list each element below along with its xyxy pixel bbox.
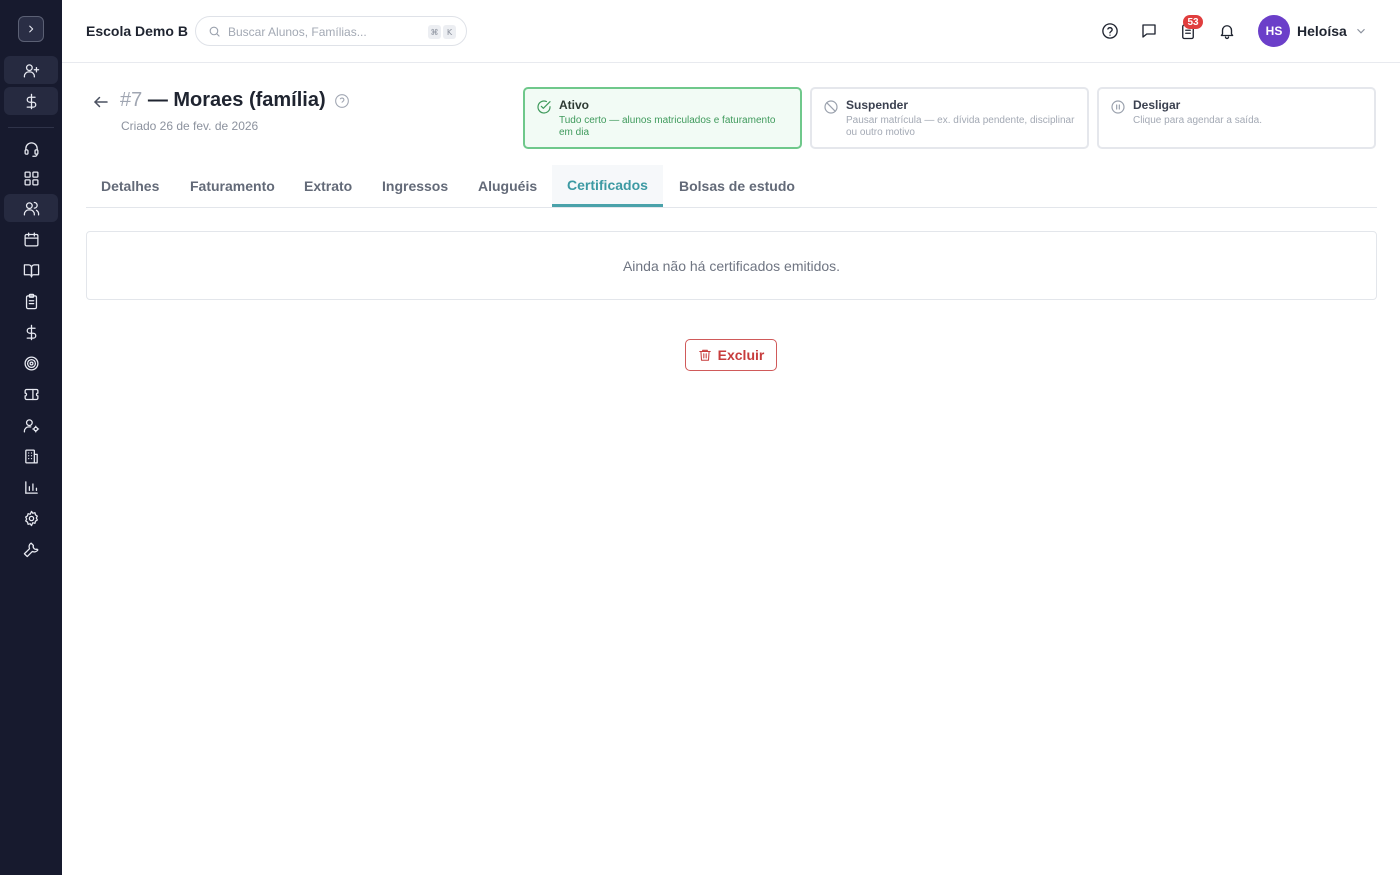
help-icon xyxy=(335,94,349,108)
gear-icon xyxy=(24,510,38,526)
chevron-down-icon xyxy=(1357,28,1365,34)
avatar[interactable]: HS xyxy=(1258,15,1290,47)
help-button[interactable] xyxy=(1099,20,1121,42)
tab-extrato[interactable]: Extrato xyxy=(289,165,367,207)
chevron-right-icon xyxy=(29,25,34,33)
calendar-icon xyxy=(23,231,39,247)
building-icon xyxy=(24,448,38,464)
status-disconnect-desc: Clique para agendar a saída. xyxy=(1133,115,1262,126)
search-box[interactable]: ⌘ K xyxy=(195,16,467,46)
sidebar-item-buildings[interactable] xyxy=(4,442,58,470)
certificates-empty-state: Ainda não há certificados emitidos. xyxy=(86,231,1377,300)
search-input[interactable] xyxy=(228,23,418,40)
family-number: #7 xyxy=(120,89,143,111)
status-active-card[interactable]: Ativo Tudo certo — alunos matriculados e… xyxy=(523,87,802,149)
shortcut-key-k: K xyxy=(443,25,456,39)
empty-message: Ainda não há certificados emitidos. xyxy=(622,257,841,274)
bar-chart-icon xyxy=(24,480,38,494)
book-icon xyxy=(23,263,39,278)
clipboard-icon xyxy=(25,293,37,309)
tab-alugueis[interactable]: Aluguéis xyxy=(463,165,552,207)
status-suspend-desc: Pausar matrícula — ex. dívida pendente, … xyxy=(846,115,1075,138)
check-circle-icon xyxy=(536,99,552,115)
page-title: #7 — Moraes (família) xyxy=(120,89,326,112)
school-name: Escola Demo B xyxy=(86,23,188,39)
trash-icon xyxy=(698,349,711,361)
users-icon xyxy=(23,201,39,216)
user-plus-icon xyxy=(23,63,39,78)
sidebar-item-support[interactable] xyxy=(4,134,58,162)
sidebar-item-courses[interactable] xyxy=(4,256,58,284)
dollar-icon xyxy=(26,324,36,340)
sidebar xyxy=(0,0,62,875)
user-name[interactable]: Heloísa xyxy=(1297,23,1347,39)
dollar-icon xyxy=(26,93,36,109)
messages-button[interactable] xyxy=(1138,20,1160,42)
sidebar-item-staff[interactable] xyxy=(4,411,58,439)
delete-button[interactable]: Excluir xyxy=(685,339,777,371)
pause-circle-icon xyxy=(1110,99,1126,115)
dashboard-icon xyxy=(23,170,39,186)
sidebar-item-families[interactable] xyxy=(4,194,58,222)
sidebar-item-reports[interactable] xyxy=(4,473,58,501)
sidebar-item-settings[interactable] xyxy=(4,504,58,532)
sidebar-item-attendance[interactable] xyxy=(4,287,58,315)
sidebar-item-calendar[interactable] xyxy=(4,225,58,253)
target-icon xyxy=(23,355,39,371)
tab-bar: Detalhes Faturamento Extrato Ingressos A… xyxy=(86,165,1377,208)
search-icon xyxy=(209,26,220,37)
tab-ingressos[interactable]: Ingressos xyxy=(367,165,463,207)
shortcut-key-cmd: ⌘ xyxy=(428,25,441,39)
sidebar-item-goals[interactable] xyxy=(4,349,58,377)
sidebar-expand-button[interactable] xyxy=(18,16,44,42)
wrench-icon xyxy=(23,541,39,557)
sidebar-divider xyxy=(8,127,54,128)
delete-label: Excluir xyxy=(717,347,765,363)
help-icon xyxy=(1102,23,1118,39)
status-disconnect-card[interactable]: Desligar Clique para agendar a saída. xyxy=(1097,87,1376,149)
title-help-button[interactable] xyxy=(334,93,350,109)
status-disconnect-title: Desligar xyxy=(1133,98,1181,112)
sidebar-item-payments[interactable] xyxy=(4,87,58,115)
app-root: Escola Demo B ⌘ K 53 HS Heloísa #7 — Mor… xyxy=(0,0,1400,875)
user-menu-toggle[interactable] xyxy=(1354,24,1368,38)
status-active-title: Ativo xyxy=(559,98,589,112)
status-active-desc: Tudo certo — alunos matriculados e fatur… xyxy=(559,115,776,138)
sidebar-item-finance[interactable] xyxy=(4,318,58,346)
sidebar-item-tickets[interactable] xyxy=(4,380,58,408)
bell-icon xyxy=(1220,25,1234,40)
notifications-button[interactable] xyxy=(1216,20,1238,42)
tab-faturamento[interactable]: Faturamento xyxy=(175,165,290,207)
sidebar-item-add-student[interactable] xyxy=(4,56,58,84)
headset-icon xyxy=(23,141,39,157)
notification-badge: 53 xyxy=(1183,15,1203,29)
sidebar-item-dashboard[interactable] xyxy=(4,164,58,192)
family-name: — Moraes (família) xyxy=(147,89,326,111)
status-suspend-title: Suspender xyxy=(846,98,909,112)
tab-detalhes[interactable]: Detalhes xyxy=(86,165,174,207)
back-button[interactable] xyxy=(92,93,110,111)
user-cog-icon xyxy=(23,418,39,433)
topbar: Escola Demo B ⌘ K 53 HS Heloísa xyxy=(62,0,1400,63)
ticket-icon xyxy=(23,388,39,400)
arrow-left-icon xyxy=(94,96,108,108)
tab-bolsas-de-estudo[interactable]: Bolsas de estudo xyxy=(664,165,810,207)
created-date: Criado 26 de fev. de 2026 xyxy=(121,119,259,133)
tab-certificados[interactable]: Certificados xyxy=(552,165,663,207)
sidebar-item-tools[interactable] xyxy=(4,535,58,563)
ban-icon xyxy=(823,99,839,115)
message-icon xyxy=(1142,24,1156,38)
status-suspend-card[interactable]: Suspender Pausar matrícula — ex. dívida … xyxy=(810,87,1089,149)
